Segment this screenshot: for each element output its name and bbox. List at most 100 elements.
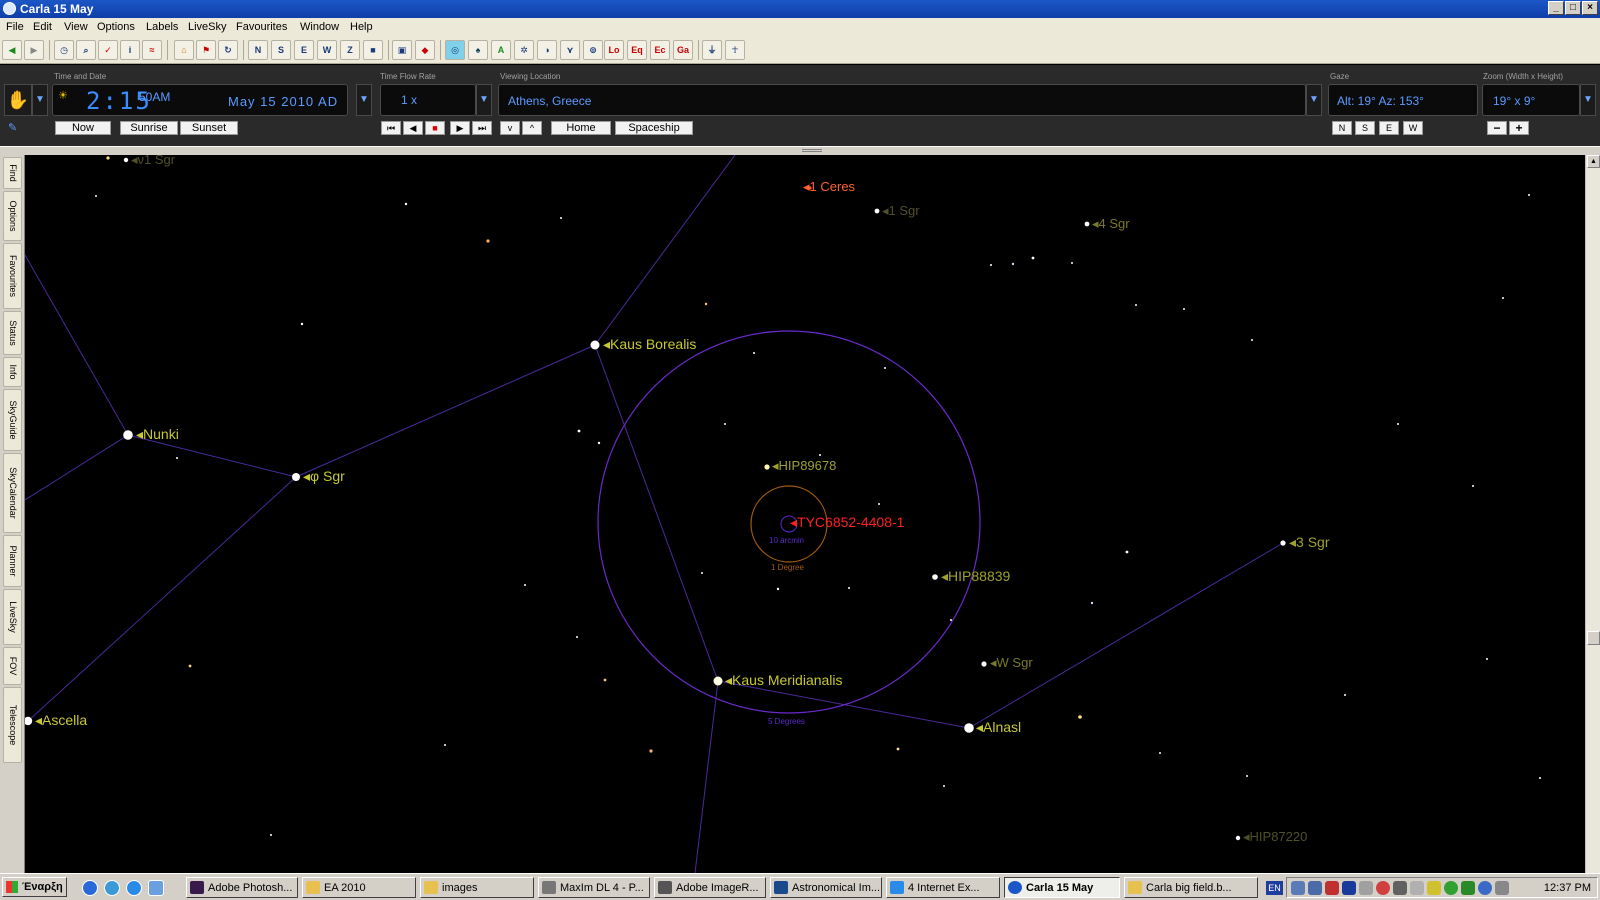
checklist-icon[interactable]: ✓	[98, 40, 118, 60]
location-field[interactable]: Athens, Greece	[498, 84, 1306, 116]
telescope-icon[interactable]: ⏚	[702, 40, 722, 60]
label-3-sgr[interactable]: ◂3 Sgr	[1289, 535, 1330, 549]
start-button[interactable]: Έναρξη	[2, 877, 67, 897]
vertical-scrollbar[interactable]: ▲	[1585, 155, 1600, 873]
maximize-button[interactable]: □	[1565, 1, 1581, 15]
window-icon[interactable]: ▣	[392, 40, 412, 60]
gaze-west-button[interactable]: W	[1403, 121, 1423, 135]
label-nunki[interactable]: ◂Nunki	[136, 427, 179, 441]
gaze-south-button[interactable]: S	[1355, 121, 1375, 135]
tab-skyguide[interactable]: SkyGuide	[3, 389, 22, 451]
sky-view[interactable]: ◂ν1 Sgr ◂1 Ceres ◂1 Sgr ◂4 Sgr ◂Kaus Bor…	[25, 155, 1585, 873]
tray-bluetooth-icon[interactable]	[1342, 881, 1356, 895]
zenith-view-button[interactable]: Z	[340, 40, 360, 60]
label-w-sgr[interactable]: ◂W Sgr	[990, 656, 1033, 670]
gaze-north-button[interactable]: N	[1332, 121, 1352, 135]
zoom-dropdown-icon[interactable]: ▼	[1580, 84, 1596, 116]
task-ea2010[interactable]: EA 2010	[302, 877, 416, 898]
zoom-magnifier-icon[interactable]: ⌕	[76, 40, 96, 60]
label-alnasl[interactable]: ◂Alnasl	[976, 720, 1021, 734]
task-carla-15-may[interactable]: Carla 15 May	[1004, 877, 1120, 898]
now-button[interactable]: Now	[55, 121, 111, 135]
task-images[interactable]: images	[420, 877, 534, 898]
home-button[interactable]: Home	[551, 121, 611, 135]
label-phi-sgr[interactable]: ◂φ Sgr	[303, 469, 345, 483]
task-maxim[interactable]: MaxIm DL 4 - P...	[538, 877, 650, 898]
play-icon[interactable]: ▶	[450, 121, 470, 135]
menu-labels[interactable]: Labels	[146, 21, 178, 33]
minimize-button[interactable]: _	[1548, 1, 1564, 15]
constellation-icon[interactable]: ⋎	[560, 40, 580, 60]
label-kaus-meridianalis[interactable]: ◂Kaus Meridianalis	[725, 673, 843, 687]
menu-help[interactable]: Help	[350, 21, 373, 33]
task-imageready[interactable]: Adobe ImageR...	[654, 877, 766, 898]
tray-update-icon[interactable]	[1444, 881, 1458, 895]
tree-icon[interactable]: ♠	[468, 40, 488, 60]
menu-edit[interactable]: Edit	[33, 21, 52, 33]
tab-telescope[interactable]: Telescope	[3, 687, 22, 763]
label-1-sgr[interactable]: ◂1 Sgr	[882, 204, 920, 218]
tray-security-icon[interactable]	[1325, 881, 1339, 895]
gaze-field[interactable]: Alt: 19° Az: 153°	[1328, 84, 1478, 116]
menu-options[interactable]: Options	[97, 21, 135, 33]
label-kaus-borealis[interactable]: ◂Kaus Borealis	[603, 337, 696, 351]
tray-antivirus-icon[interactable]	[1376, 881, 1390, 895]
skip-back-icon[interactable]: ⏮	[381, 121, 401, 135]
menu-view[interactable]: View	[64, 21, 88, 33]
tab-planner[interactable]: Planner	[3, 535, 22, 587]
wave-icon[interactable]: ≈	[142, 40, 162, 60]
close-button[interactable]: ×	[1582, 1, 1598, 15]
scroll-thumb[interactable]	[1587, 631, 1600, 645]
equatorial-grid-button[interactable]: Eq	[627, 40, 647, 60]
label-nu1-sgr[interactable]: ◂ν1 Sgr	[131, 155, 175, 167]
stop-square-icon[interactable]: ■	[363, 40, 383, 60]
tray-monitor-icon[interactable]	[1308, 881, 1322, 895]
south-view-button[interactable]: S	[271, 40, 291, 60]
target-view-icon[interactable]: ◎	[445, 40, 465, 60]
quicklaunch-media-icon[interactable]	[82, 880, 98, 896]
tray-globe-icon[interactable]	[1478, 881, 1492, 895]
local-grid-button[interactable]: Lo	[604, 40, 624, 60]
spaceship-button[interactable]: Spaceship	[615, 121, 693, 135]
tray-printer-icon[interactable]	[1410, 881, 1424, 895]
label-hip88839[interactable]: ◂HIP88839	[941, 569, 1010, 583]
tab-fov[interactable]: FOV	[3, 647, 22, 685]
ecliptic-grid-button[interactable]: Ec	[650, 40, 670, 60]
back-icon[interactable]: ◀	[2, 40, 22, 60]
tray-disk-icon[interactable]	[1359, 881, 1373, 895]
tray-messenger-icon[interactable]	[1427, 881, 1441, 895]
tab-livesky[interactable]: LiveSky	[3, 589, 22, 645]
info-icon[interactable]: i	[120, 40, 140, 60]
galactic-grid-button[interactable]: Ga	[673, 40, 693, 60]
zoom-field[interactable]: 19° x 9°	[1482, 84, 1580, 116]
clock-icon[interactable]: ◷	[54, 40, 74, 60]
tray-green-icon[interactable]	[1461, 881, 1475, 895]
skip-forward-icon[interactable]: ⏭	[472, 121, 492, 135]
star-icon[interactable]: ✲	[514, 40, 534, 60]
label-hip87220[interactable]: ◂HIP87220	[1243, 830, 1307, 844]
quicklaunch-ie-icon[interactable]	[126, 880, 142, 896]
tray-volume-icon[interactable]	[1495, 881, 1509, 895]
tray-network-icon[interactable]	[1291, 881, 1305, 895]
label-4-sgr[interactable]: ◂4 Sgr	[1092, 217, 1130, 231]
tab-status[interactable]: Status	[3, 311, 22, 355]
alt-az-icon[interactable]: A	[491, 40, 511, 60]
tab-find[interactable]: Find	[3, 157, 22, 189]
step-back-icon[interactable]: ◀	[403, 121, 423, 135]
taskbar-clock[interactable]: 12:37 PM	[1544, 882, 1591, 894]
panel-splitter[interactable]	[0, 146, 1600, 155]
label-ascella[interactable]: ◂Ascella	[35, 713, 87, 727]
gaze-east-button[interactable]: E	[1379, 121, 1399, 135]
forward-icon[interactable]: ▶	[24, 40, 44, 60]
scroll-up-icon[interactable]: ▲	[1587, 155, 1600, 168]
sunrise-button[interactable]: Sunrise	[120, 121, 178, 135]
hand-icon[interactable]: ✋	[4, 84, 32, 116]
quicklaunch-desktop-icon[interactable]	[148, 880, 164, 896]
tab-info[interactable]: Info	[3, 357, 22, 387]
zoom-out-button[interactable]: −	[1487, 121, 1507, 135]
task-astronomical[interactable]: Astronomical Im...	[770, 877, 882, 898]
moon-icon[interactable]: ◑	[537, 40, 557, 60]
east-view-button[interactable]: E	[294, 40, 314, 60]
north-view-button[interactable]: N	[248, 40, 268, 60]
label-tyc-target[interactable]: ◂TYC6852-4408-1	[790, 515, 904, 529]
